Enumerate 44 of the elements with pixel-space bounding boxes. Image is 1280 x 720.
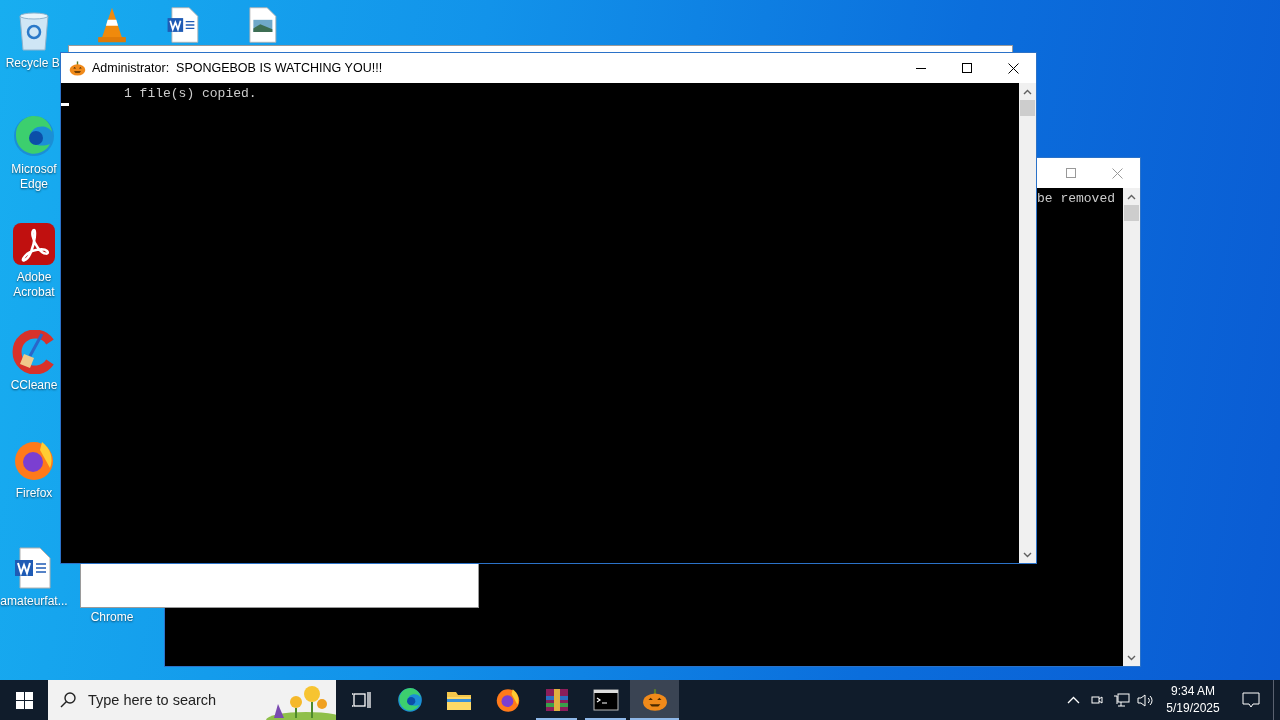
chevron-up-icon <box>1066 696 1080 704</box>
scroll-thumb[interactable] <box>1020 100 1035 116</box>
network-icon <box>1112 692 1130 708</box>
acrobat-icon[interactable] <box>12 222 56 266</box>
scroll-down-icon[interactable] <box>1023 551 1032 558</box>
winrar-icon <box>543 687 570 713</box>
edge-icon <box>396 687 423 713</box>
scroll-up-icon[interactable] <box>1127 193 1136 200</box>
desktop-icon-label[interactable]: Adobe Acrobat <box>13 270 55 300</box>
console-text: 1 file(s) copied. <box>123 85 257 103</box>
scroll-thumb[interactable] <box>1124 205 1139 221</box>
maximize-icon <box>1066 168 1076 178</box>
desktop-icon-label[interactable]: Recycle Bi <box>5 56 63 71</box>
search-icon <box>60 692 76 708</box>
desktop-icon-label[interactable]: Firefox <box>15 486 53 501</box>
folder-icon <box>445 689 472 711</box>
desktop-icon-label[interactable]: Chrome <box>90 610 134 625</box>
text-cursor <box>61 103 69 106</box>
camera-icon <box>1090 693 1104 707</box>
clock-date: 5/19/2025 <box>1166 700 1220 717</box>
scroll-down-icon[interactable] <box>1127 654 1136 661</box>
ccleaner-icon[interactable] <box>12 330 56 374</box>
speech-bubble-icon <box>1242 691 1260 709</box>
search-box[interactable]: Type here to search <box>48 680 336 720</box>
terminal-icon <box>592 689 619 711</box>
speaker-icon <box>1136 692 1154 708</box>
search-field[interactable]: Type here to search <box>86 691 260 709</box>
clock-time: 9:34 AM <box>1171 683 1215 700</box>
desktop-icon-label[interactable]: amateurfat... <box>0 594 68 609</box>
close-icon <box>1007 62 1019 74</box>
maximize-icon <box>962 63 972 73</box>
pumpkin-icon <box>69 59 86 77</box>
pumpkin-icon <box>641 687 668 713</box>
console-text: be removed <box>1037 190 1115 208</box>
desktop-icon-label[interactable]: Microsof Edge <box>11 162 57 192</box>
clock-button[interactable]: 9:34 AM 5/19/2025 <box>1157 680 1229 720</box>
desktop-icon-label[interactable]: CCleane <box>10 378 58 393</box>
windows-logo-icon <box>15 691 33 709</box>
edge-icon[interactable] <box>12 114 56 158</box>
scroll-up-icon[interactable] <box>1023 88 1032 95</box>
task-view-icon <box>350 690 371 710</box>
firefox-icon <box>494 687 521 713</box>
close-icon <box>1111 167 1123 179</box>
window-title: Administrator: SPONGEBOB IS WATCHING YOU!!! <box>92 61 384 75</box>
